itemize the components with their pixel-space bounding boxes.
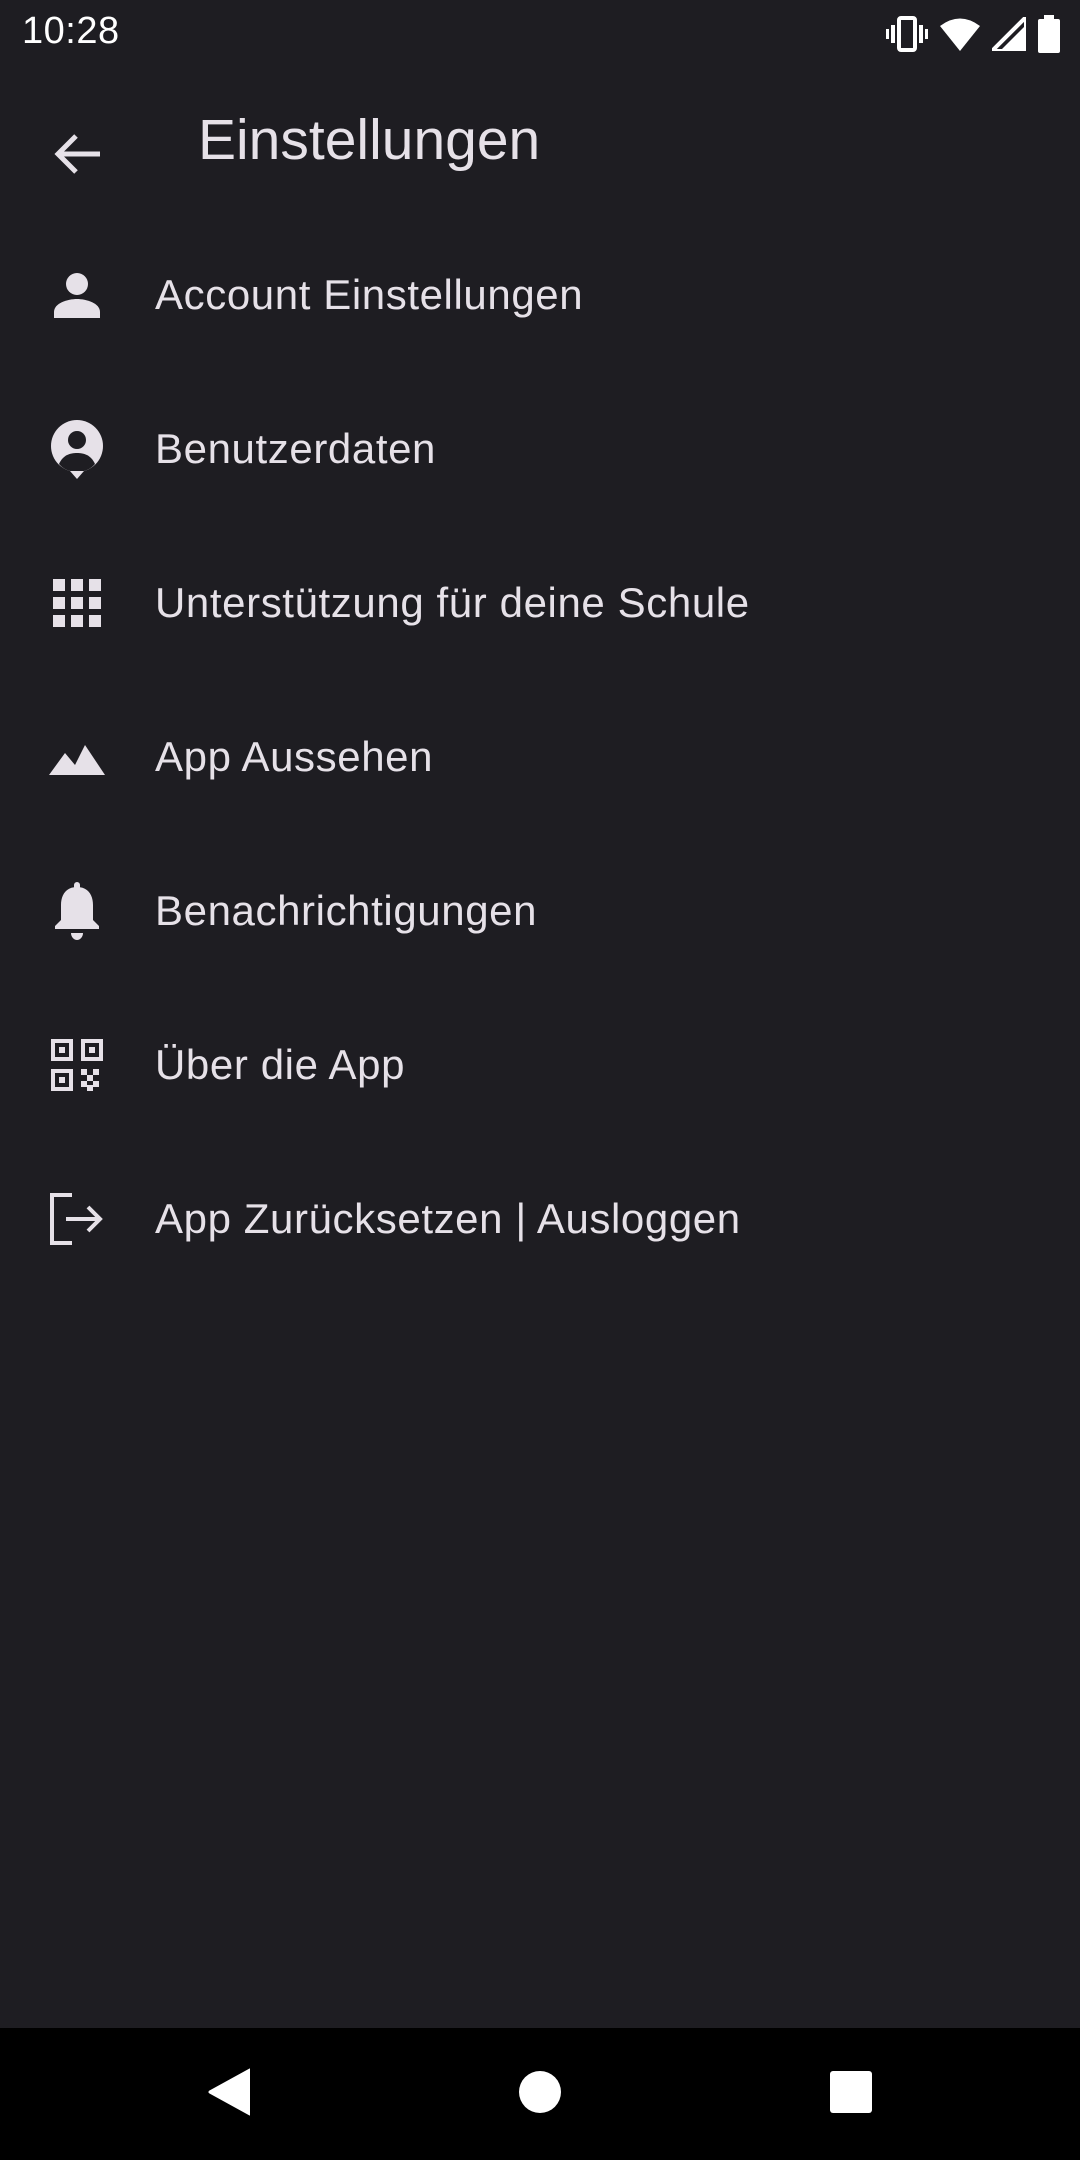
settings-item-label: Unterstützung für deine Schule — [155, 579, 750, 626]
settings-item-reset-logout[interactable]: App Zurücksetzen | Ausloggen — [0, 1142, 1080, 1296]
recents-square-icon — [830, 2070, 872, 2118]
vibrate-icon — [886, 16, 928, 52]
settings-item-notifications[interactable]: Benachrichtigungen — [0, 834, 1080, 988]
home-circle-icon — [518, 2070, 562, 2119]
page-title: Einstellungen — [198, 108, 541, 172]
account-circle-icon — [45, 417, 109, 481]
settings-item-user-data[interactable]: Benutzerdaten — [0, 372, 1080, 526]
nav-recents-button[interactable] — [815, 2058, 887, 2130]
settings-item-school-support[interactable]: Unterstützung für deine Schule — [0, 526, 1080, 680]
qr-code-icon — [45, 1033, 109, 1097]
system-navigation-bar — [0, 2028, 1080, 2160]
settings-screen: 10:28 Einstellungen Account Einstellunge… — [0, 0, 1080, 2160]
battery-icon — [1038, 15, 1060, 53]
arrow-back-icon — [52, 130, 104, 183]
nav-back-button[interactable] — [192, 2058, 264, 2130]
app-bar: Einstellungen — [0, 66, 1080, 216]
landscape-icon — [45, 725, 109, 789]
settings-item-label: App Zurücksetzen | Ausloggen — [155, 1195, 741, 1242]
back-button[interactable] — [30, 108, 126, 204]
settings-item-account[interactable]: Account Einstellungen — [0, 218, 1080, 372]
apps-grid-icon — [45, 571, 109, 635]
back-triangle-icon — [206, 2068, 252, 2121]
status-time: 10:28 — [22, 10, 120, 52]
nav-home-button[interactable] — [504, 2058, 576, 2130]
status-bar: 10:28 — [0, 0, 1080, 66]
settings-item-label: Über die App — [155, 1041, 406, 1088]
settings-item-label: App Aussehen — [155, 733, 434, 780]
logout-icon — [45, 1187, 109, 1251]
settings-item-label: Benachrichtigungen — [155, 887, 538, 934]
settings-item-about[interactable]: Über die App — [0, 988, 1080, 1142]
person-icon — [45, 263, 109, 327]
settings-item-label: Benutzerdaten — [155, 425, 437, 472]
bell-icon — [45, 879, 109, 943]
status-icons — [886, 12, 1060, 56]
wifi-icon — [940, 17, 980, 51]
settings-list: Account Einstellungen Benutzerdaten Unte… — [0, 218, 1080, 1296]
signal-icon — [992, 17, 1026, 51]
settings-item-appearance[interactable]: App Aussehen — [0, 680, 1080, 834]
settings-item-label: Account Einstellungen — [155, 271, 584, 318]
